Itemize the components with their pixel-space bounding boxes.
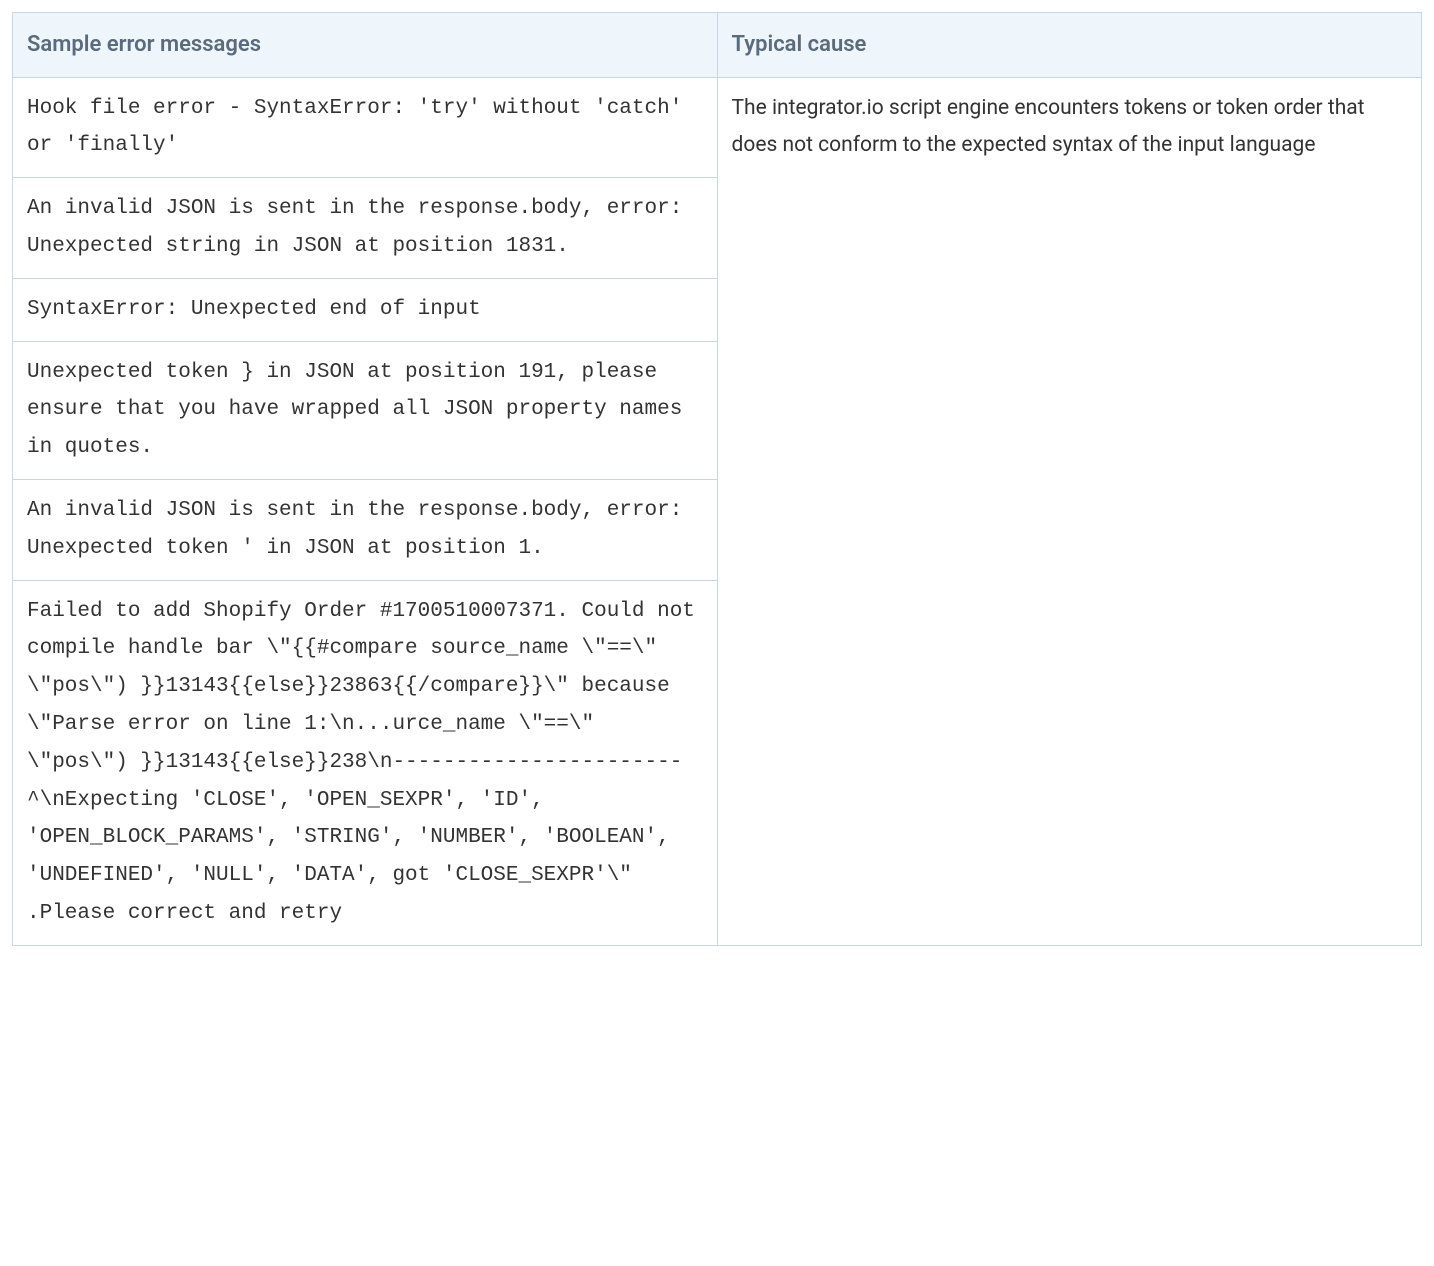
header-cause: Typical cause [717,13,1422,78]
sample-error-cell: Failed to add Shopify Order #17005100073… [13,580,718,945]
sample-error-cell: Hook file error - SyntaxError: 'try' wit… [13,77,718,178]
header-sample: Sample error messages [13,13,718,78]
error-table: Sample error messages Typical cause Hook… [12,12,1422,946]
table-header-row: Sample error messages Typical cause [13,13,1422,78]
table-row: Hook file error - SyntaxError: 'try' wit… [13,77,1422,178]
sample-error-cell: Unexpected token } in JSON at position 1… [13,341,718,479]
sample-error-cell: An invalid JSON is sent in the response.… [13,178,718,279]
sample-error-cell: An invalid JSON is sent in the response.… [13,479,718,580]
sample-error-cell: SyntaxError: Unexpected end of input [13,278,718,341]
typical-cause-cell: The integrator.io script engine encounte… [717,77,1422,945]
